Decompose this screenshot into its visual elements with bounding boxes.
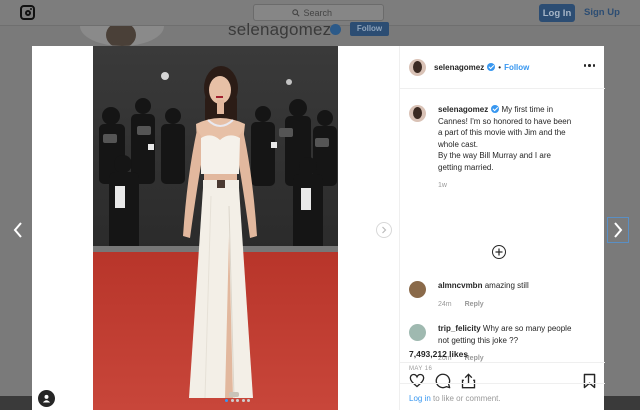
carousel-dot — [230, 399, 234, 402]
login-prompt-text: to like or comment. — [433, 394, 501, 403]
caption-text-line: My first time in — [501, 105, 554, 114]
more-options-icon[interactable] — [583, 64, 595, 67]
user-tag-icon — [42, 394, 51, 403]
avatar[interactable] — [409, 105, 426, 122]
avatar[interactable] — [409, 324, 426, 341]
post-photo[interactable] — [93, 46, 338, 410]
search-icon — [291, 8, 300, 17]
carousel-dot — [236, 399, 239, 402]
caption-text-line: Cannes! I'm so honored to have been — [438, 116, 572, 126]
caption-text-line: whole cast. — [438, 139, 479, 149]
comment-username[interactable]: almncvmbn — [438, 281, 482, 290]
post-media — [32, 46, 399, 410]
post-author-username[interactable]: selenagomez — [434, 63, 484, 72]
caption-text-line: By the way Bill Murray and I are — [438, 151, 551, 160]
separator-dot: • — [498, 62, 502, 72]
caption-text-line: a part of this movie with Jim and the — [438, 128, 566, 137]
avatar[interactable] — [409, 281, 426, 298]
reply-button[interactable]: Reply — [465, 301, 484, 308]
carousel-indicator — [225, 399, 250, 402]
verified-badge-icon — [487, 63, 496, 71]
caption-timestamp[interactable]: 1w — [438, 182, 447, 189]
tagged-users-button[interactable] — [38, 390, 55, 407]
search-input[interactable] — [303, 7, 346, 18]
avatar[interactable] — [409, 58, 426, 76]
carousel-next-button[interactable] — [376, 222, 392, 238]
comment-text: Why are so many people — [482, 324, 572, 333]
follow-button[interactable]: Follow — [504, 63, 529, 72]
comment-text: amazing still — [484, 281, 529, 290]
post-date[interactable]: MAY 16 — [409, 366, 432, 372]
comment-text: not getting this joke ?? — [438, 335, 519, 345]
comment-item: almncvmbn amazing still 24m Reply — [409, 280, 597, 310]
post-modal: selenagomez • Follow selenagomez My firs… — [32, 46, 605, 410]
login-button[interactable]: Log In — [539, 4, 575, 22]
carousel-dot — [241, 399, 245, 402]
caption-username[interactable]: selenagomez — [438, 105, 488, 114]
caption-text-line: getting married. — [438, 162, 494, 172]
verified-badge-icon — [491, 105, 500, 113]
login-link[interactable]: Log in — [409, 394, 431, 403]
chevron-right-icon — [382, 226, 387, 234]
profile-follow-button[interactable]: Follow — [350, 22, 389, 36]
chevron-left-icon — [13, 222, 22, 238]
comment-timestamp[interactable]: 24m — [438, 301, 452, 308]
comments-list: selenagomez My first time in Cannes! I'm… — [400, 90, 605, 362]
next-post-button[interactable] — [607, 217, 629, 243]
load-more-comments-button[interactable] — [492, 245, 506, 259]
profile-username: selenagomez — [228, 20, 332, 39]
carousel-dot — [247, 399, 250, 402]
previous-post-button[interactable] — [11, 220, 25, 240]
verified-badge-icon — [330, 24, 341, 35]
profile-avatar — [80, 26, 164, 46]
post-header: selenagomez • Follow — [400, 46, 605, 89]
like-count[interactable]: 7,493,212 likes — [409, 349, 468, 359]
signup-link[interactable]: Sign Up — [584, 7, 620, 18]
post-actions — [400, 362, 605, 389]
carousel-dot — [225, 399, 228, 402]
post-sidebar: selenagomez • Follow selenagomez My firs… — [399, 46, 605, 410]
search-box[interactable] — [253, 4, 384, 21]
plus-circle-icon — [495, 248, 503, 256]
instagram-icon[interactable] — [20, 5, 35, 20]
comment-username[interactable]: trip_felicity — [438, 324, 481, 333]
chevron-right-icon — [614, 222, 623, 238]
login-prompt: Log in to like or comment. — [400, 383, 605, 410]
caption: selenagomez My first time in Cannes! I'm… — [409, 104, 597, 192]
